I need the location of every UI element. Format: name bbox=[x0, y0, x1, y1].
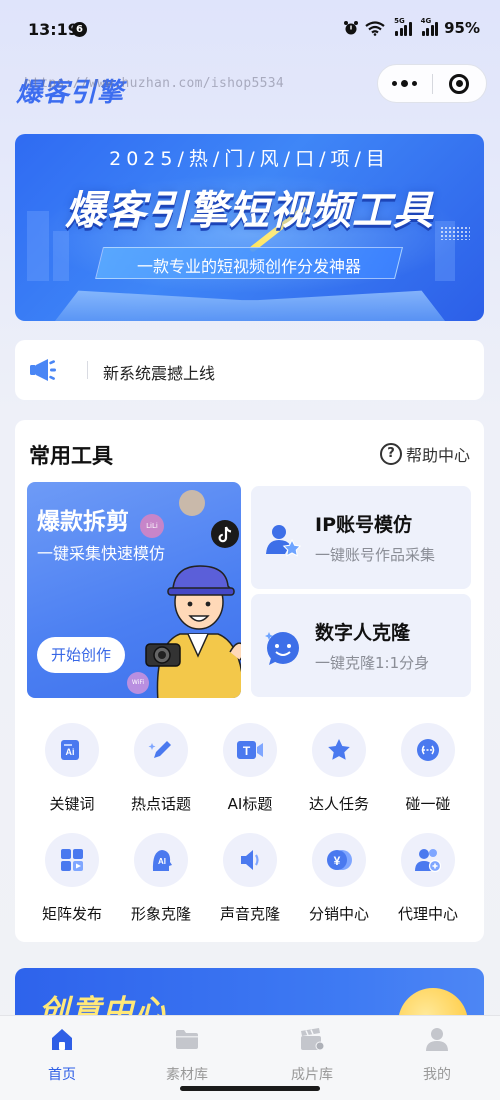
tool-avatar-clone[interactable]: AI 形象克隆 bbox=[116, 833, 206, 924]
home-icon bbox=[52, 1029, 72, 1050]
start-creating-button[interactable]: 开始创作 bbox=[37, 637, 125, 673]
tool-label: 代理中心 bbox=[397, 905, 458, 923]
banner-title: 爆客引擎短视频工具 bbox=[65, 188, 434, 234]
tool-matrix-publish[interactable]: 矩阵发布 bbox=[27, 833, 117, 924]
dot-icon bbox=[401, 79, 409, 87]
notice-text: 新系统震撼上线 bbox=[103, 364, 216, 383]
more-menu-button[interactable] bbox=[378, 79, 432, 87]
tab-finished-videos[interactable]: 成片库 bbox=[262, 1026, 362, 1084]
tab-profile[interactable]: 我的 bbox=[387, 1026, 487, 1084]
svg-text:AI: AI bbox=[158, 857, 166, 866]
alarm-icon bbox=[344, 21, 359, 35]
notice-bar[interactable]: 新系统震撼上线 bbox=[15, 340, 484, 400]
user-icon bbox=[426, 1028, 448, 1051]
tool-label: 形象克隆 bbox=[130, 905, 191, 923]
nfc-icon bbox=[417, 739, 439, 761]
battery-level: 95% bbox=[444, 19, 480, 37]
pen-sparkle-icon bbox=[148, 741, 171, 758]
tool-label: 碰一碰 bbox=[405, 795, 451, 813]
side-card-title: IP账号模仿 bbox=[315, 514, 412, 536]
banner-building bbox=[53, 231, 69, 281]
digital-human-clone-card[interactable]: 数字人克隆 一键克隆1:1分身 bbox=[251, 594, 471, 697]
status-bar: 13:19 6 5G 4G 95% bbox=[0, 0, 500, 58]
watermark-url: https://www.huzhan.com/ishop5534 bbox=[24, 76, 285, 91]
tab-label: 素材库 bbox=[166, 1067, 208, 1083]
clapper-icon bbox=[301, 1028, 325, 1051]
viral-remix-card[interactable]: LiLi WiFi 爆款拆剪 一键采集快速模仿 开始创作 bbox=[27, 482, 241, 698]
tool-label: 热点话题 bbox=[130, 795, 191, 813]
banner-dots-decoration bbox=[440, 226, 470, 240]
tool-label: 分销中心 bbox=[308, 905, 369, 923]
common-tools-card: 常用工具 ? 帮助中心 LiLi WiFi 爆款拆剪 一键采集快速模仿 开始创作 bbox=[15, 420, 484, 942]
speaker-icon bbox=[241, 850, 259, 870]
wifi-icon bbox=[365, 20, 385, 36]
smile-chat-icon bbox=[265, 632, 299, 665]
tiktok-bubble-icon bbox=[211, 520, 239, 548]
tool-voice-clone[interactable]: 声音克隆 bbox=[205, 833, 295, 924]
folder-icon bbox=[176, 1030, 198, 1049]
title-video-icon: T bbox=[237, 741, 263, 759]
tool-influencer-task[interactable]: 达人任务 bbox=[294, 723, 384, 814]
tab-label: 首页 bbox=[48, 1067, 76, 1083]
star-icon bbox=[328, 739, 350, 760]
lili-bubble-icon: LiLi bbox=[140, 514, 164, 538]
tool-agent-center[interactable]: 代理中心 bbox=[383, 833, 473, 924]
megaphone-icon bbox=[30, 359, 56, 381]
ip-account-imitate-card[interactable]: IP账号模仿 一键账号作品采集 bbox=[251, 486, 471, 589]
tool-tap[interactable]: 碰一碰 bbox=[383, 723, 473, 814]
banner-subtitle: 2025/热/门/风/口/项/目 bbox=[109, 148, 390, 170]
side-card-desc: 一键克隆1:1分身 bbox=[315, 654, 430, 672]
section-title: 常用工具 bbox=[29, 444, 113, 468]
tool-ai-title[interactable]: T AI标题 bbox=[205, 723, 295, 814]
question-icon: ? bbox=[379, 443, 402, 465]
yen-coin-icon: ¥ bbox=[327, 850, 352, 870]
target-icon bbox=[449, 73, 470, 94]
home-indicator bbox=[180, 1086, 320, 1091]
tab-home[interactable]: 首页 bbox=[12, 1026, 112, 1084]
matrix-icon bbox=[61, 849, 83, 871]
status-indicators: 5G 4G 95% bbox=[343, 17, 480, 37]
tool-label: 达人任务 bbox=[308, 795, 369, 813]
photographer-illustration bbox=[145, 565, 241, 698]
tool-label: 矩阵发布 bbox=[41, 905, 102, 923]
promo-banner[interactable]: 2025/热/门/风/口/项/目 爆客引擎短视频工具 一款专业的短视频创作分发神… bbox=[15, 134, 484, 321]
tab-label: 成片库 bbox=[291, 1067, 333, 1083]
camera-bubble-icon bbox=[179, 490, 205, 516]
tool-keyword[interactable]: Ai 关键词 bbox=[27, 723, 117, 814]
banner-tagline: 一款专业的短视频创作分发神器 bbox=[136, 257, 361, 276]
tool-label: 关键词 bbox=[49, 795, 95, 813]
keyword-ai-icon: Ai bbox=[61, 740, 79, 760]
agent-users-icon bbox=[415, 849, 442, 873]
tab-materials[interactable]: 素材库 bbox=[137, 1026, 237, 1084]
svg-text:T: T bbox=[243, 744, 251, 758]
dot-icon bbox=[392, 80, 398, 86]
signal-4g-icon: 4G bbox=[421, 17, 439, 36]
svg-text:¥: ¥ bbox=[334, 854, 341, 868]
help-center-link[interactable]: ? 帮助中心 bbox=[379, 442, 470, 466]
notification-badge: 6 bbox=[72, 22, 87, 37]
signal-5g-icon: 5G bbox=[394, 17, 412, 36]
notice-divider bbox=[87, 361, 88, 379]
side-card-title: 数字人克隆 bbox=[315, 622, 411, 644]
tool-distribution[interactable]: ¥ 分销中心 bbox=[294, 833, 384, 924]
help-center-label: 帮助中心 bbox=[405, 446, 470, 465]
close-mini-program-button[interactable] bbox=[432, 73, 486, 94]
user-star-icon bbox=[266, 525, 301, 557]
tool-label: AI标题 bbox=[227, 795, 273, 813]
dot-icon bbox=[412, 80, 418, 86]
avatar-ai-icon: AI bbox=[152, 850, 172, 871]
tool-hot-topic[interactable]: 热点话题 bbox=[116, 723, 206, 814]
tab-label: 我的 bbox=[423, 1067, 451, 1083]
tool-label: 声音克隆 bbox=[219, 905, 280, 923]
svg-text:Ai: Ai bbox=[66, 747, 75, 757]
mini-program-capsule bbox=[377, 64, 487, 103]
feature-title: 爆款拆剪 bbox=[37, 509, 129, 535]
side-card-desc: 一键账号作品采集 bbox=[315, 546, 436, 564]
